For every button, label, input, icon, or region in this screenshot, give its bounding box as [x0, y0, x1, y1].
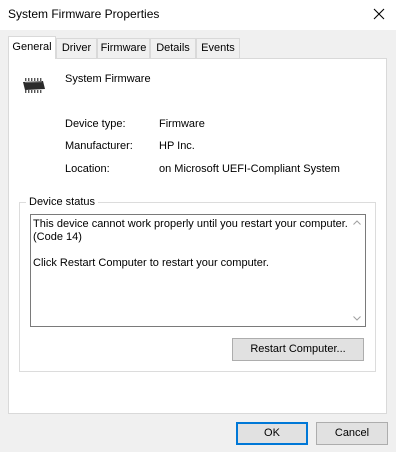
tab-general[interactable]: General [8, 36, 56, 59]
device-name: System Firmware [65, 73, 151, 85]
ok-button[interactable]: OK [236, 422, 308, 445]
manufacturer-value: HP Inc. [159, 140, 195, 152]
scroll-up-icon[interactable] [353, 220, 361, 225]
tab-details[interactable]: Details [150, 38, 196, 58]
device-type-value: Firmware [159, 118, 205, 130]
tab-firmware[interactable]: Firmware [97, 38, 150, 58]
device-status-text: This device cannot work properly until y… [33, 218, 348, 269]
cancel-button[interactable]: Cancel [316, 422, 388, 445]
device-type-label: Device type: [65, 118, 126, 130]
device-status-label: Device status [26, 196, 99, 208]
manufacturer-label: Manufacturer: [65, 140, 133, 152]
restart-computer-button[interactable]: Restart Computer... [232, 338, 364, 361]
scroll-down-icon[interactable] [353, 316, 361, 321]
device-status-textbox[interactable]: This device cannot work properly until y… [30, 214, 366, 327]
tab-driver[interactable]: Driver [56, 38, 97, 58]
close-button[interactable] [362, 0, 396, 30]
tab-events[interactable]: Events [196, 38, 240, 58]
location-label: Location: [65, 163, 110, 175]
location-value: on Microsoft UEFI-Compliant System [159, 163, 340, 175]
status-scrollbar[interactable] [349, 215, 365, 326]
close-icon [373, 8, 385, 20]
chip-icon [23, 78, 45, 93]
title-bar: System Firmware Properties [0, 0, 396, 30]
window-title: System Firmware Properties [8, 7, 160, 21]
